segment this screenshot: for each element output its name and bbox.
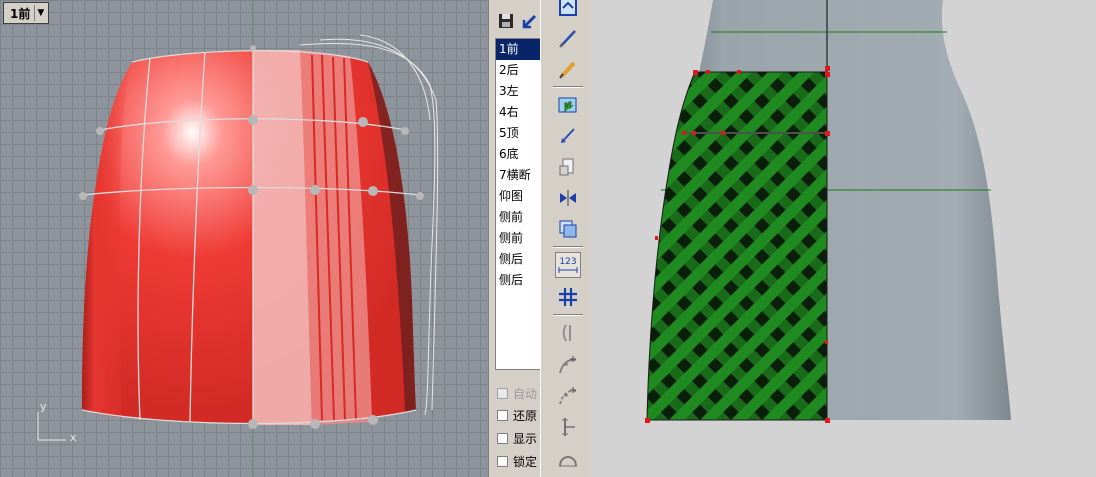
tool-measure[interactable] [555, 414, 581, 440]
skirt-3d-model[interactable] [0, 0, 488, 477]
save-icon [499, 14, 513, 28]
tool-arc[interactable] [555, 446, 581, 472]
viewport-tab-label: 1前 [10, 6, 31, 21]
tool-pen-line[interactable] [555, 25, 581, 51]
restore-checkbox[interactable] [497, 409, 508, 421]
toolbar-separator [553, 86, 583, 88]
measure-icon [562, 418, 575, 436]
toolbar-separator [553, 314, 583, 316]
save-view-button[interactable] [497, 12, 519, 34]
curve-add-dashed-icon [559, 387, 577, 405]
dimension-label: 123 [559, 257, 576, 267]
view-item[interactable]: 仰图 [496, 186, 541, 207]
pattern-viewport[interactable] [591, 0, 1096, 477]
view-item[interactable]: 侧后 [496, 270, 541, 291]
axis-x-label: x [70, 431, 77, 444]
lock-checkbox[interactable] [497, 455, 508, 467]
copy-icon [559, 220, 577, 238]
view-icon [559, 0, 577, 16]
tool-curve-add[interactable] [555, 352, 581, 378]
apply-view-button[interactable] [521, 12, 541, 34]
cut-icon [559, 158, 574, 176]
curve-add-icon [559, 356, 577, 374]
axis-y-label: y [40, 400, 47, 413]
front-viewport[interactable]: 1前 ▼ y x [0, 0, 488, 477]
tool-grid[interactable] [555, 284, 581, 310]
show-checkbox[interactable] [497, 432, 508, 444]
show-checkbox-row[interactable]: 显示 [497, 429, 537, 447]
tool-hand-view[interactable] [555, 92, 581, 118]
tool-mirror[interactable] [555, 185, 581, 211]
auto-checkbox [497, 387, 508, 399]
auto-checkbox-row: 自动 [497, 384, 537, 402]
chevron-down-icon[interactable]: ▼ [34, 5, 46, 21]
view-item[interactable]: 2后 [496, 60, 541, 81]
checkbox-label: 还原 [513, 408, 538, 423]
checkbox-label: 锁定 [513, 454, 538, 469]
checkbox-label: 自动 [513, 386, 538, 401]
tool-split[interactable] [555, 320, 581, 346]
view-item[interactable]: 4右 [496, 102, 541, 123]
view-list[interactable]: 1前 2后 3左 4右 5顶 6底 7横断 仰图 侧前 侧前 侧后 侧后 [495, 38, 541, 370]
view-item[interactable]: 7横断 [496, 165, 541, 186]
tool-arrow-line[interactable] [555, 123, 581, 149]
view-item[interactable]: 3左 [496, 81, 541, 102]
arrow-line-icon [561, 128, 575, 143]
view-item[interactable]: 5顶 [496, 123, 541, 144]
view-list-panel: 1前 2后 3左 4右 5顶 6底 7横断 仰图 侧前 侧前 侧后 侧后 自动 … [488, 0, 541, 477]
grid-icon [559, 288, 577, 306]
tool-palette: 123 [540, 0, 592, 477]
view-item[interactable]: 1前 [496, 39, 541, 60]
tool-curve-add-dashed[interactable] [555, 383, 581, 409]
viewport-tab[interactable]: 1前 ▼ [3, 2, 50, 24]
arrow-apply-icon [522, 14, 537, 29]
pencil-icon [559, 61, 576, 79]
lock-checkbox-row[interactable]: 锁定 [497, 452, 537, 470]
toolbar-separator [553, 246, 583, 248]
restore-checkbox-row[interactable]: 还原 [497, 406, 537, 424]
tool-pencil[interactable] [555, 56, 581, 82]
tool-cut[interactable] [555, 154, 581, 180]
dimension-icon: 123 [558, 257, 578, 273]
split-icon [562, 324, 571, 342]
tool-dimension[interactable]: 123 [555, 252, 581, 278]
view-item[interactable]: 侧前 [496, 228, 541, 249]
view-item[interactable]: 6底 [496, 144, 541, 165]
tool-copy[interactable] [555, 216, 581, 242]
pen-line-icon [559, 30, 576, 48]
tool-view[interactable] [555, 0, 581, 20]
plaid-skirt-model[interactable] [591, 0, 1096, 477]
mirror-icon [560, 190, 576, 206]
hand-view-icon [558, 97, 577, 113]
view-item[interactable]: 侧后 [496, 249, 541, 270]
checkbox-label: 显示 [513, 431, 538, 446]
view-item[interactable]: 侧前 [496, 207, 541, 228]
arc-icon [559, 456, 577, 467]
